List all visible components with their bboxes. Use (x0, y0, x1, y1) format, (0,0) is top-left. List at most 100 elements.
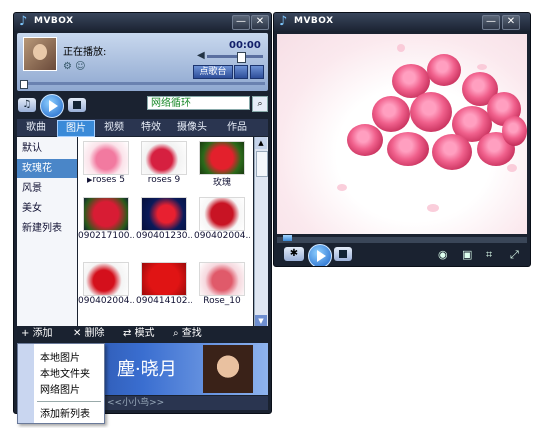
list-item[interactable]: 玫瑰 (196, 141, 248, 188)
stop-button[interactable] (68, 98, 86, 112)
add-popup-menu: 本地图片 本地文件夹 网络图片 添加新列表 (17, 343, 105, 424)
record-icon[interactable]: ▣ (462, 248, 472, 261)
play-mode-select[interactable]: 网络循环 (147, 96, 250, 110)
tab-works[interactable]: 作品 (217, 120, 257, 135)
window-title: MVBOX (34, 16, 74, 26)
media-tabs: 歌曲 图片 视频 特效 摄像头 作品 (17, 119, 268, 137)
mode-icon: ⇄ (123, 328, 135, 339)
list-item[interactable]: Rose_10 (196, 262, 248, 306)
list-item[interactable]: 090401230... (136, 197, 192, 241)
banner-portrait (203, 345, 253, 393)
avatar (23, 37, 57, 71)
video-display[interactable] (277, 34, 527, 234)
note-icon: ♪ (279, 14, 288, 29)
vod-button[interactable]: 点歌台 (193, 65, 233, 79)
list-item[interactable]: ▶roses 5 (80, 141, 132, 185)
sidebar-item-beauty[interactable]: 美女 (17, 199, 77, 218)
thumbnail-image (199, 262, 245, 296)
scroll-thumb[interactable] (256, 151, 268, 177)
play-button[interactable] (308, 244, 332, 266)
list-item[interactable]: roses 9 (138, 141, 190, 185)
mvbox-video-window: ♪ MVBOX — ✕ ✱ ◉ ▣ ⌗ ⤢ (273, 12, 531, 267)
scroll-up-icon[interactable]: ▲ (255, 137, 267, 149)
menu-gutter (18, 344, 34, 423)
thumbnail-caption: 090402004... (194, 231, 250, 241)
add-button[interactable]: + 添加 (18, 327, 56, 341)
stop-button[interactable] (334, 247, 352, 261)
thumbnail-caption: 090401230... (136, 231, 192, 241)
list-item[interactable]: 090402004... (194, 197, 250, 241)
fullscreen-icon[interactable]: ⤢ (510, 248, 519, 262)
thumbnail-image (141, 197, 187, 231)
sidebar-item-new-list[interactable]: 新建列表 (17, 219, 77, 238)
crop-icon[interactable]: ⌗ (486, 248, 492, 262)
close-button[interactable]: ✕ (502, 15, 520, 30)
sidebar-item-roses[interactable]: 玫瑰花 (17, 159, 77, 178)
screen-button[interactable] (234, 65, 248, 79)
banner-title: 塵·晓月 (117, 359, 177, 380)
thumbnail-caption: ▶roses 5 (87, 175, 125, 185)
sidebar-item-default[interactable]: 默认 (17, 139, 77, 158)
list-item[interactable]: 090402004... (78, 262, 134, 306)
thumbnail-caption: 玫瑰 (212, 178, 231, 188)
window-title: MVBOX (294, 16, 334, 26)
plus-icon: + (21, 328, 33, 339)
seek-thumb[interactable] (283, 235, 292, 241)
volume-thumb[interactable] (237, 52, 246, 63)
time-display: 00:00 (229, 40, 261, 51)
tab-songs[interactable]: 歌曲 (19, 120, 53, 135)
tab-videos[interactable]: 视频 (97, 120, 131, 135)
find-button[interactable]: ⌕ 查找 (170, 327, 205, 341)
list-item[interactable]: 090414102... (136, 262, 192, 306)
calendar-button[interactable] (250, 65, 264, 79)
progress-thumb[interactable] (20, 80, 28, 89)
thumbnail-caption: roses 9 (147, 175, 181, 185)
close-button[interactable]: ✕ (251, 15, 269, 30)
thumbnail-caption: 090217100... (78, 231, 134, 241)
title-bar[interactable]: ♪ MVBOX — ✕ (274, 13, 530, 31)
menu-item-local-folder[interactable]: 本地文件夹 (40, 365, 90, 380)
now-playing-panel: 正在播放: ⚙ ☺ 00:00 ◀ 点歌台 (17, 33, 268, 91)
list-item[interactable]: 090217100... (78, 197, 134, 241)
thumbnail-grid: ▶roses 5 roses 9 玫瑰 090217100... 0904012… (78, 137, 253, 327)
tab-pictures[interactable]: 图片 (57, 120, 95, 137)
delete-icon: ✕ (73, 328, 85, 339)
stop-icon (339, 250, 347, 258)
thumbnail-caption: 090414102... (136, 296, 192, 306)
settings-icon[interactable]: ✱ (284, 247, 304, 261)
menu-item-local-picture[interactable]: 本地图片 (40, 349, 80, 364)
sidebar-item-scenery[interactable]: 风景 (17, 179, 77, 198)
picture-toolbar: + 添加 ✕ 删除 ⇄ 模式 ⌕ 查找 (14, 326, 271, 342)
progress-bar[interactable] (20, 80, 265, 89)
thumbnail-image (83, 262, 129, 296)
find-icon: ⌕ (173, 328, 182, 339)
mode-button[interactable]: ⇄ 模式 (120, 327, 158, 341)
thumbnail-image (83, 141, 129, 175)
thumbnail-caption: 090402004... (78, 296, 134, 306)
title-bar[interactable]: ♪ MVBOX — ✕ (14, 13, 271, 31)
search-icon[interactable]: ⌕ (252, 96, 268, 112)
note-icon: ♪ (19, 14, 28, 29)
stop-icon (73, 101, 81, 109)
play-icon (49, 100, 58, 112)
status-icons: ⚙ ☺ (63, 61, 86, 72)
menu-item-web-picture[interactable]: 网络图片 (40, 381, 80, 396)
video-controls: ✱ ◉ ▣ ⌗ ⤢ (274, 243, 530, 266)
tab-camera[interactable]: 摄像头 (171, 120, 213, 135)
thumbnail-caption: Rose_10 (203, 296, 241, 306)
thumbnail-image (199, 197, 245, 231)
vertical-scrollbar[interactable]: ▲ ▼ (254, 137, 268, 327)
camera-icon[interactable]: ◉ (438, 248, 448, 261)
volume-slider[interactable] (207, 52, 263, 63)
thumbnail-image (199, 141, 245, 175)
menu-item-new-list[interactable]: 添加新列表 (40, 405, 90, 420)
minimize-button[interactable]: — (482, 15, 500, 30)
now-playing-label: 正在播放: (63, 47, 107, 58)
delete-button[interactable]: ✕ 删除 (70, 327, 108, 341)
minimize-button[interactable]: — (232, 15, 250, 30)
thumbnail-image (141, 262, 187, 296)
play-button[interactable] (40, 94, 64, 118)
tab-effects[interactable]: 特效 (134, 120, 168, 135)
playlist-toggle-icon[interactable]: ♫ (18, 98, 36, 112)
play-icon (317, 250, 326, 262)
